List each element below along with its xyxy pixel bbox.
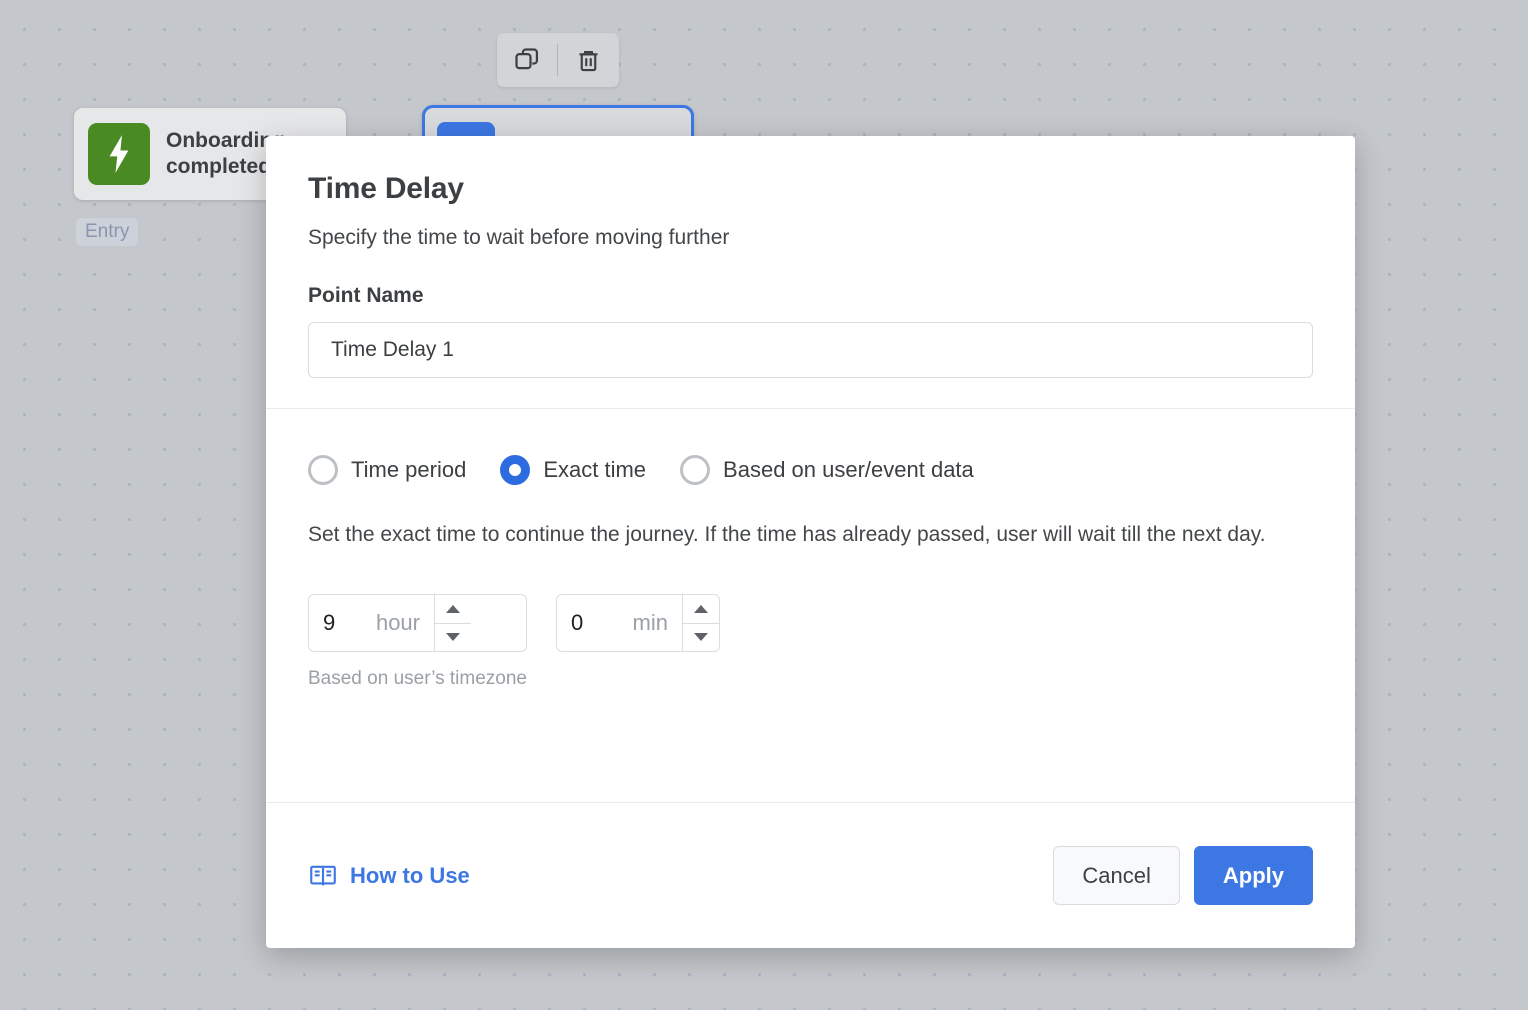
book-icon [308,861,338,891]
footer-actions: Cancel Apply [1053,846,1313,905]
bolt-icon [88,123,150,185]
radio-option-time-period[interactable]: Time period [308,455,466,485]
modal-subtitle: Specify the time to wait before moving f… [308,226,1313,250]
minute-field[interactable]: 0 min [557,595,682,651]
hour-decrement-button[interactable] [435,623,471,652]
minute-arrows [682,595,719,651]
radio-option-exact-time[interactable]: Exact time [500,455,646,485]
minute-increment-button[interactable] [683,595,719,623]
radio-icon-selected [500,455,530,485]
hour-arrows [434,595,471,651]
radio-option-user-event-data[interactable]: Based on user/event data [680,455,974,485]
chevron-down-icon [446,633,460,641]
exact-time-description: Set the exact time to continue the journ… [308,519,1308,550]
how-to-use-label: How to Use [350,863,470,889]
radio-icon [680,455,710,485]
trash-icon [575,47,602,74]
modal-title: Time Delay [308,172,1313,206]
chevron-up-icon [446,605,460,613]
hour-field[interactable]: 9 hour [309,595,434,651]
minute-stepper[interactable]: 0 min [556,594,720,652]
delay-mode-radio-group: Time period Exact time Based on user/eve… [308,455,1313,485]
hour-unit: hour [376,610,420,636]
modal-body: Time period Exact time Based on user/eve… [266,409,1355,802]
cancel-button[interactable]: Cancel [1053,846,1179,905]
copy-icon [513,46,541,74]
radio-label: Time period [351,457,466,483]
minute-value: 0 [571,610,597,636]
minute-unit: min [633,610,668,636]
chevron-down-icon [694,633,708,641]
delete-node-button[interactable] [558,33,618,87]
modal-header: Time Delay Specify the time to wait befo… [266,136,1355,408]
minute-decrement-button[interactable] [683,623,719,652]
bolt-glyph [104,134,134,174]
node-toolbar [497,33,619,87]
point-name-input[interactable] [308,322,1313,378]
point-name-label: Point Name [308,284,1313,308]
duplicate-node-button[interactable] [497,33,557,87]
how-to-use-link[interactable]: How to Use [308,861,470,891]
entry-badge: Entry [76,218,138,246]
apply-button[interactable]: Apply [1194,846,1313,905]
modal-footer: How to Use Cancel Apply [266,803,1355,948]
hour-increment-button[interactable] [435,595,471,623]
time-delay-modal: Time Delay Specify the time to wait befo… [266,136,1355,948]
hour-value: 9 [323,610,349,636]
hour-stepper[interactable]: 9 hour [308,594,527,652]
timezone-note: Based on user’s timezone [308,668,527,690]
radio-label: Exact time [543,457,646,483]
time-steppers: 9 hour Based on user’s timezone [308,594,1313,690]
radio-icon [308,455,338,485]
chevron-up-icon [694,605,708,613]
radio-label: Based on user/event data [723,457,974,483]
